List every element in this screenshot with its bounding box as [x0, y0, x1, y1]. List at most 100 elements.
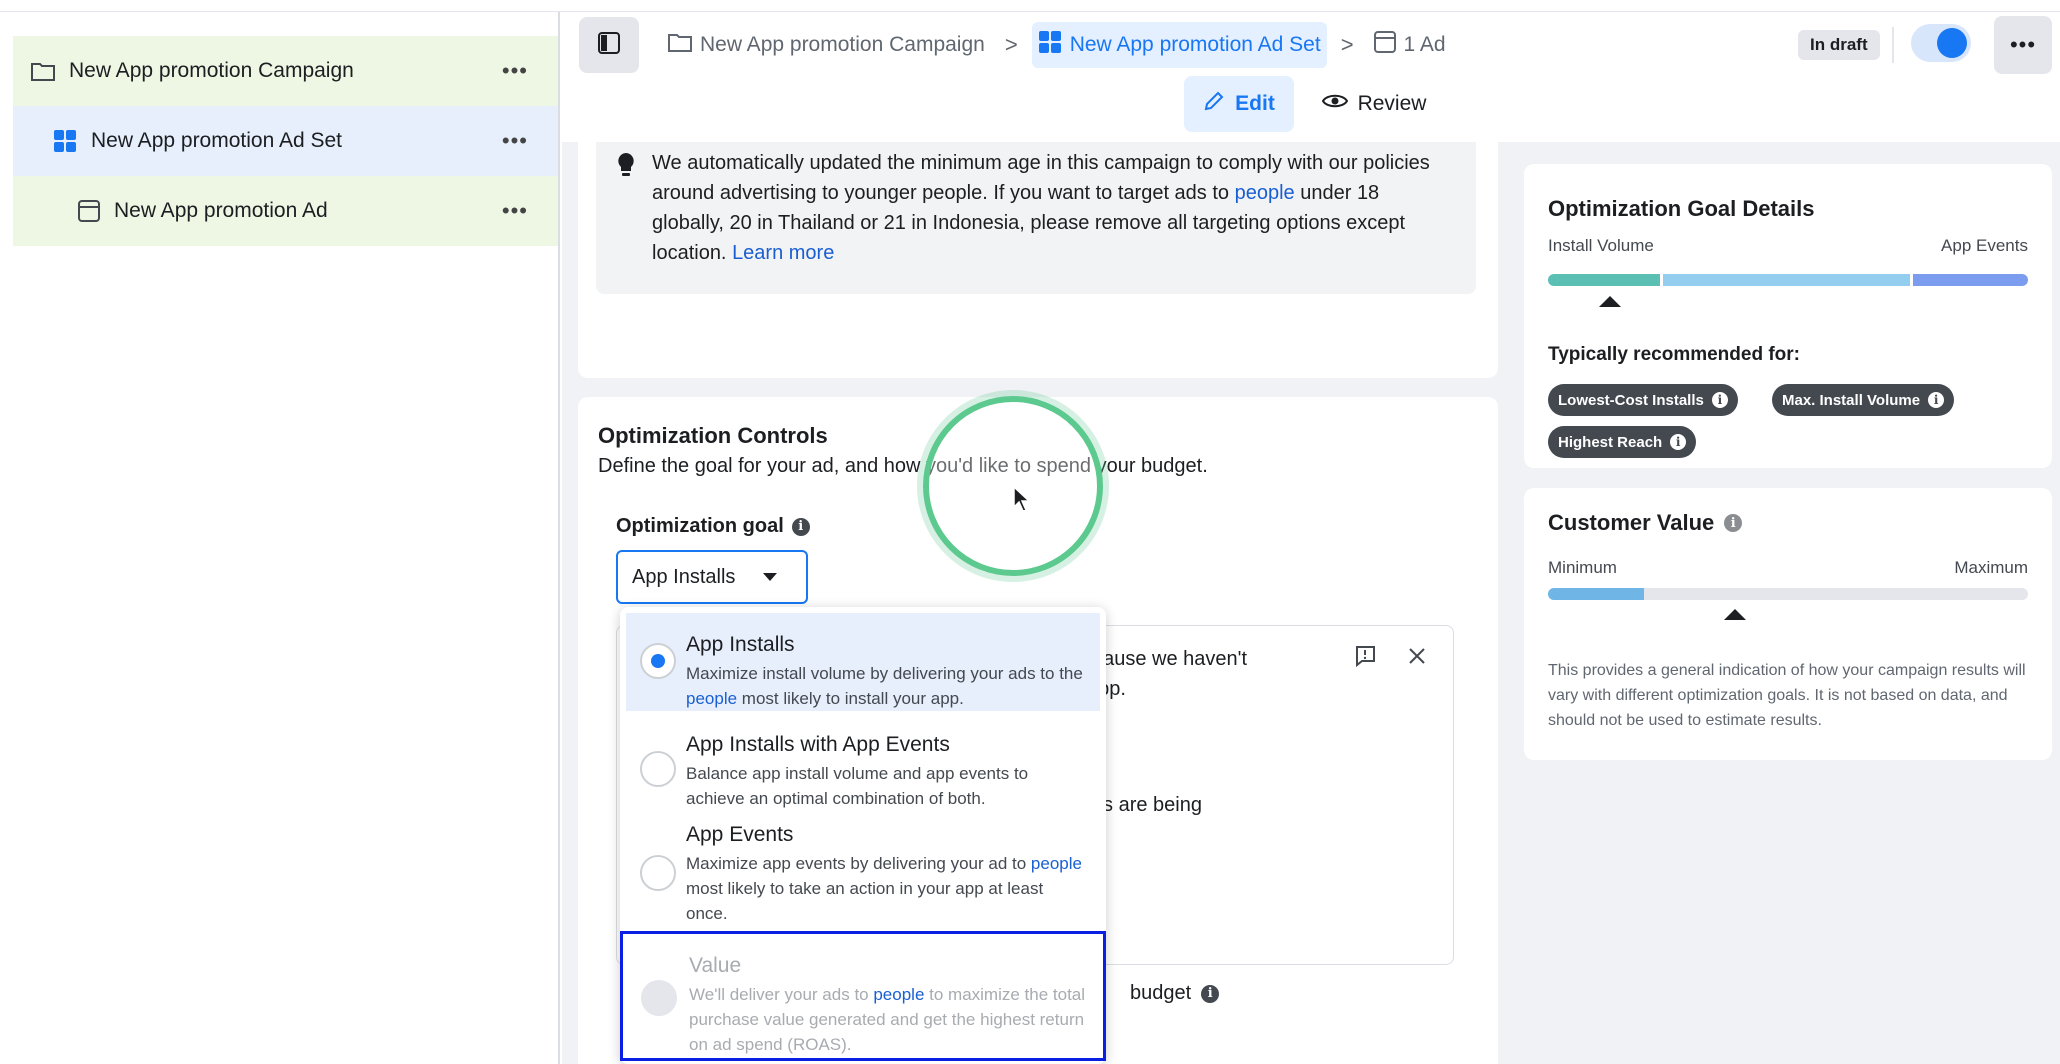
pill-label: Highest Reach: [1558, 433, 1663, 451]
recommended-label: Typically recommended for:: [1548, 344, 1800, 365]
toggle-panel-button[interactable]: [579, 17, 639, 73]
recommendation-pill: Max. Install Volume i: [1772, 384, 1955, 416]
review-tab[interactable]: Review: [1314, 76, 1434, 132]
people-link[interactable]: people: [1235, 182, 1295, 204]
tree-item-ad-set[interactable]: New App promotion Ad Set •••: [13, 106, 558, 176]
close-icon[interactable]: [1407, 646, 1427, 671]
more-options-icon[interactable]: •••: [502, 58, 528, 84]
grid-icon: [1038, 30, 1062, 60]
info-box-actions: [1353, 644, 1427, 673]
breadcrumb-campaign[interactable]: New App promotion Campaign: [662, 24, 991, 66]
option-description: Balance app install volume and app event…: [686, 764, 1029, 808]
breadcrumb-ad-set[interactable]: New App promotion Ad Set: [1031, 22, 1327, 68]
scale-right-label: Maximum: [1954, 558, 2028, 577]
window-top-edge: [0, 0, 2060, 12]
selected-value: App Installs: [632, 565, 736, 588]
publish-toggle[interactable]: [1911, 24, 1971, 62]
breadcrumb: New App promotion Campaign > New App pro…: [662, 20, 1452, 70]
option-app-installs[interactable]: App Installs Maximize install volume by …: [626, 613, 1100, 711]
edit-label: Edit: [1235, 92, 1275, 115]
edit-tab[interactable]: Edit: [1184, 76, 1294, 132]
info-icon[interactable]: i: [1201, 984, 1220, 1003]
info-icon[interactable]: i: [1670, 434, 1687, 450]
tree-item-campaign[interactable]: New App promotion Campaign •••: [13, 36, 558, 106]
pill-label: Max. Install Volume: [1782, 391, 1921, 409]
option-app-installs-with-events[interactable]: App Installs with App Events Balance app…: [626, 723, 1100, 811]
radio-disabled: [641, 980, 677, 1016]
budget-label: budget i: [1130, 982, 1220, 1005]
recommendation-pill: Lowest-Cost Installs i: [1548, 384, 1738, 416]
card-title: Customer Value i: [1548, 510, 1743, 536]
more-options-icon[interactable]: •••: [502, 198, 528, 224]
divider: [1892, 27, 1894, 63]
folder-icon: [668, 32, 692, 58]
scale-segment: [1548, 274, 1661, 286]
age-policy-notice: We automatically updated the minimum age…: [596, 142, 1476, 294]
tree-item-label: New App promotion Campaign: [69, 59, 354, 82]
caret-down-icon: [763, 573, 778, 581]
optimization-goal-menu: App Installs Maximize install volume by …: [620, 607, 1106, 1064]
people-link[interactable]: people: [1031, 854, 1082, 873]
radio-unselected[interactable]: [640, 855, 676, 891]
option-value[interactable]: Value We'll deliver your ads to people t…: [620, 931, 1106, 1061]
optimization-goal-details-card: Optimization Goal Details Install Volume…: [1524, 164, 2052, 468]
radio-selected[interactable]: [640, 643, 676, 679]
optimization-goal-label: Optimization goal i: [616, 515, 810, 538]
option-title: App Installs with App Events: [686, 733, 950, 756]
editor-header: New App promotion Campaign > New App pro…: [562, 12, 2060, 142]
eye-icon: [1321, 92, 1348, 116]
option-title: App Installs: [686, 633, 795, 656]
tree-item-label: New App promotion Ad: [114, 199, 328, 222]
status-badge: In draft: [1798, 30, 1880, 60]
option-title: Value: [689, 954, 742, 977]
tree-item-ad[interactable]: New App promotion Ad •••: [13, 176, 558, 246]
breadcrumb-label: New App promotion Campaign: [700, 33, 985, 56]
option-description: We'll deliver your ads to people to maxi…: [689, 985, 1086, 1054]
option-app-events[interactable]: App Events Maximize app events by delive…: [626, 819, 1100, 939]
more-options-button[interactable]: •••: [1994, 16, 2052, 74]
scale-segment: [1663, 274, 1910, 286]
section-description: Define the goal for your ad, and how you…: [598, 455, 1208, 477]
customer-value-card: Customer Value i Minimum Maximum This pr…: [1524, 488, 2052, 760]
recommendation-pill: Highest Reach i: [1548, 426, 1697, 458]
label-text: budget: [1130, 982, 1192, 1004]
breadcrumb-label: 1 Ad: [1403, 33, 1446, 56]
value-scale-bar: [1548, 588, 2028, 600]
scale-marker: [1599, 296, 1622, 307]
more-options-icon[interactable]: •••: [502, 128, 528, 154]
scale-fill: [1548, 588, 1644, 600]
radio-unselected[interactable]: [640, 751, 676, 787]
info-icon[interactable]: i: [1711, 392, 1728, 408]
scale-labels: Minimum Maximum: [1548, 558, 2028, 578]
info-icon[interactable]: i: [1928, 392, 1945, 408]
learn-more-link[interactable]: Learn more: [732, 242, 834, 264]
lightbulb-icon: [616, 152, 636, 187]
people-link[interactable]: people: [873, 985, 924, 1004]
pencil-icon: [1203, 90, 1225, 118]
feedback-icon[interactable]: [1353, 644, 1377, 673]
review-label: Review: [1357, 92, 1427, 115]
chevron-right-icon: >: [1340, 32, 1354, 57]
mouse-pointer-icon: [1013, 485, 1031, 517]
toggle-knob: [1937, 28, 1967, 58]
breadcrumb-label: New App promotion Ad Set: [1069, 33, 1321, 56]
scale-right-label: App Events: [1941, 236, 2028, 255]
option-title: App Events: [686, 823, 794, 846]
folder-icon: [31, 61, 55, 81]
scale-left-label: Install Volume: [1548, 236, 1654, 255]
ad-icon: [1373, 31, 1396, 59]
goal-scale-bar: [1548, 274, 2028, 286]
obscured-text: ecause we haven't: [1082, 648, 1248, 670]
chevron-right-icon: >: [1004, 32, 1018, 57]
scale-labels: Install Volume App Events: [1548, 236, 2028, 256]
card-title: Optimization Goal Details: [1548, 196, 1815, 221]
tree-item-label: New App promotion Ad Set: [91, 129, 342, 152]
optimization-goal-select[interactable]: App Installs: [616, 550, 808, 604]
option-description: Maximize app events by delivering your a…: [686, 854, 1082, 923]
breadcrumb-ad[interactable]: 1 Ad: [1368, 23, 1452, 67]
info-icon[interactable]: i: [1724, 514, 1743, 532]
audience-card: We automatically updated the minimum age…: [578, 142, 1498, 378]
people-link[interactable]: people: [686, 689, 737, 708]
option-description: Maximize install volume by delivering yo…: [686, 664, 1083, 708]
info-icon[interactable]: i: [791, 517, 810, 536]
